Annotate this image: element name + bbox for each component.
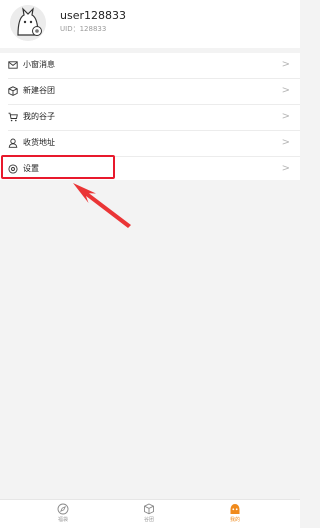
bottom-tab-bar: 福袋 谷团 我的 [0,499,300,528]
cube-icon [144,503,154,515]
compass-icon [57,503,69,515]
tab-label: 谷团 [143,517,154,523]
tab-lucky-bag[interactable]: 福袋 [33,503,93,523]
annotation-arrow-icon [73,183,131,228]
tab-label: 我的 [229,517,240,523]
tab-label: 福袋 [57,517,68,523]
tab-mine[interactable]: 我的 [205,503,265,523]
tab-group[interactable]: 谷团 [119,503,179,523]
profile-face-icon [230,504,240,514]
